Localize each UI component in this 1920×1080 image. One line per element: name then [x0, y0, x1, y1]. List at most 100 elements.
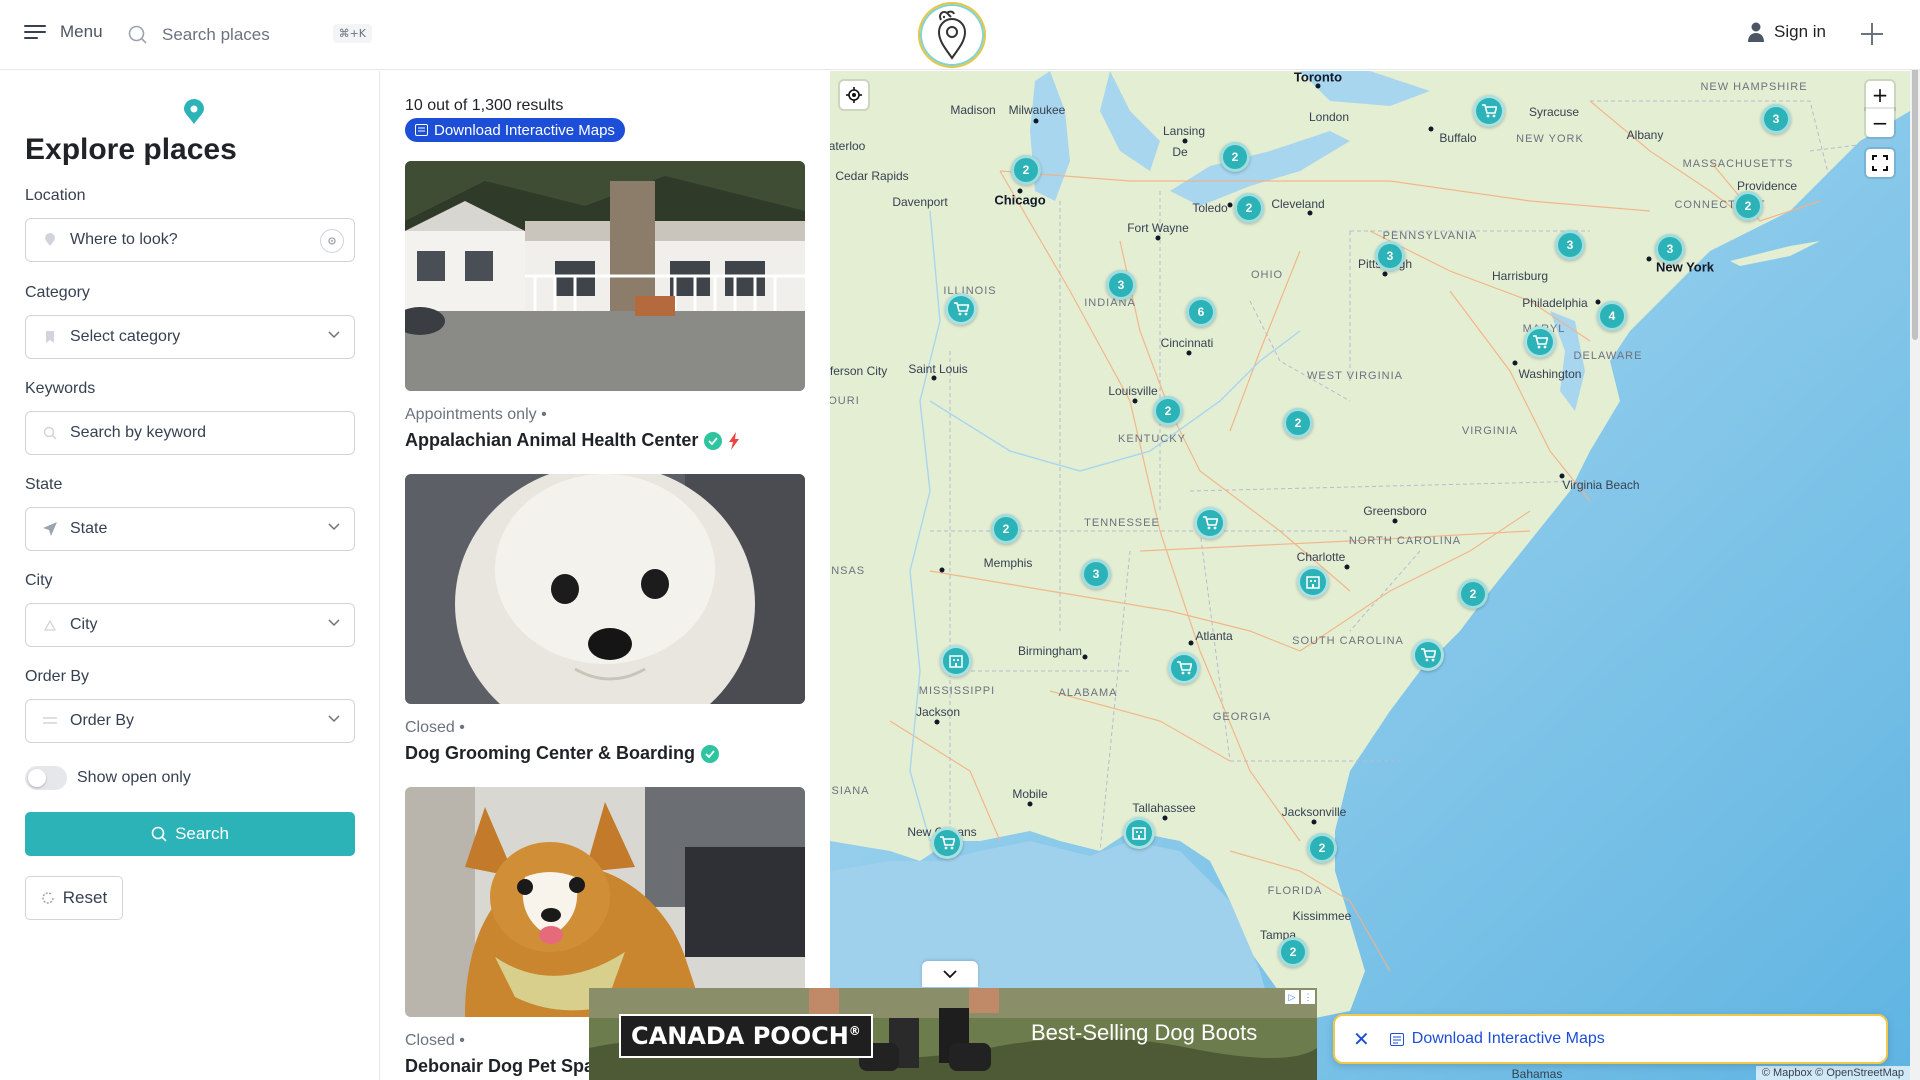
- map-label-cleveland: Cleveland: [1271, 197, 1325, 211]
- map-cluster[interactable]: 3: [1655, 234, 1685, 264]
- map-label-saint-louis: Saint Louis: [908, 362, 968, 376]
- map-cluster[interactable]: 2: [1011, 155, 1041, 185]
- add-place-icon[interactable]: [1858, 20, 1886, 48]
- map-cluster[interactable]: 3: [1106, 270, 1136, 300]
- map-cluster[interactable]: 2: [991, 514, 1021, 544]
- download-maps-button[interactable]: Download Interactive Maps: [405, 118, 625, 142]
- map-label-new-hampshire: NEW HAMPSHIRE: [1700, 81, 1808, 93]
- map-cluster[interactable]: 3: [1081, 559, 1111, 589]
- geolocate-button[interactable]: [840, 81, 868, 109]
- category-value: Select category: [70, 328, 181, 345]
- map-label-tennessee: TENNESSEE: [1084, 517, 1160, 529]
- chevron-down-icon: [328, 331, 340, 339]
- map-cluster[interactable]: 2: [1220, 142, 1250, 172]
- map-label-cedar-rapids: Cedar Rapids: [835, 169, 909, 183]
- result-image[interactable]: [405, 161, 805, 391]
- zoom-out-button[interactable]: −: [1866, 109, 1894, 137]
- result-title-link[interactable]: Dog Grooming Center & Boarding: [405, 743, 719, 764]
- city-dot: [1512, 360, 1518, 366]
- map-label-mississippi: MISSISSIPPI: [918, 685, 996, 697]
- house-photo: [405, 161, 805, 391]
- city-dot: [1392, 518, 1398, 524]
- ad-collapse-button[interactable]: [922, 961, 978, 987]
- map-cluster[interactable]: 2: [1234, 193, 1264, 223]
- city-dot: [1595, 299, 1601, 305]
- cart-icon[interactable]: [1168, 652, 1200, 684]
- map-label-fort-wayne: Fort Wayne: [1127, 221, 1189, 235]
- map-document-icon: [1389, 1032, 1404, 1046]
- page-scrollbar[interactable]: [1910, 0, 1920, 1080]
- site-logo[interactable]: [918, 2, 986, 68]
- cart-icon[interactable]: [931, 827, 963, 859]
- cart-icon[interactable]: [945, 293, 977, 325]
- city-value: City: [70, 616, 98, 633]
- location-label: Location: [25, 187, 86, 204]
- reset-button[interactable]: Reset: [25, 876, 123, 920]
- search-icon: [151, 826, 167, 842]
- city-dot: [1186, 350, 1192, 356]
- map-cluster[interactable]: 2: [1153, 396, 1183, 426]
- city-dot: [1017, 188, 1023, 194]
- map-label-arkansas: ANSAS: [830, 565, 866, 577]
- locate-me-icon[interactable]: [320, 229, 344, 253]
- city-dot: [934, 719, 940, 725]
- map-cluster[interactable]: 4: [1597, 301, 1627, 331]
- map-cluster[interactable]: 3: [1375, 241, 1405, 271]
- result-title-link[interactable]: Debonair Dog Pet Spa: [405, 1056, 594, 1077]
- result-image[interactable]: [405, 474, 805, 704]
- result-status: Closed •: [405, 719, 465, 736]
- map-label-jefferson-city: fferson City: [830, 364, 888, 378]
- location-input[interactable]: Where to look?: [25, 218, 355, 262]
- cart-icon[interactable]: [1524, 326, 1556, 358]
- cart-icon[interactable]: [1473, 95, 1505, 127]
- keyword-input[interactable]: Search by keyword: [25, 411, 355, 455]
- map-cluster[interactable]: 3: [1555, 230, 1585, 260]
- result-title-link[interactable]: Appalachian Animal Health Center: [405, 430, 740, 451]
- map-label-north-carolina: NORTH CAROLINA: [1348, 535, 1462, 547]
- state-select[interactable]: State: [25, 507, 355, 551]
- orderby-value: Order By: [70, 712, 135, 729]
- city-select[interactable]: City: [25, 603, 355, 647]
- global-search-placeholder: Search places: [162, 25, 270, 44]
- zoom-in-button[interactable]: +: [1866, 81, 1894, 109]
- reset-button-label: Reset: [62, 888, 108, 907]
- map-cluster[interactable]: 2: [1307, 833, 1337, 863]
- map-cluster[interactable]: 2: [1733, 191, 1763, 221]
- city-dot: [1382, 271, 1388, 277]
- result-image[interactable]: [405, 787, 805, 1017]
- ad-tagline[interactable]: Best-Selling Dog Boots: [1031, 1020, 1257, 1046]
- search-icon: [128, 25, 147, 44]
- fullscreen-button[interactable]: [1866, 149, 1894, 177]
- search-button[interactable]: Search: [25, 812, 355, 856]
- map-attribution[interactable]: © Mapbox © OpenStreetMap: [1755, 1066, 1910, 1080]
- map-cluster[interactable]: 6: [1186, 297, 1216, 327]
- ad-choices-badge[interactable]: ▷ ⋮: [1285, 990, 1315, 1004]
- global-search[interactable]: Search places ⌘+K: [128, 18, 372, 52]
- cart-icon[interactable]: [1412, 639, 1444, 671]
- map-cluster[interactable]: 2: [1283, 408, 1313, 438]
- orderby-select[interactable]: Order By: [25, 699, 355, 743]
- signin-button[interactable]: Sign in: [1748, 22, 1826, 42]
- search-button-label: Search: [175, 824, 229, 843]
- building-icon[interactable]: [1123, 817, 1155, 849]
- map-label-davenport: Davenport: [892, 195, 948, 209]
- ad-brand-logo[interactable]: CANADA POOCH®: [619, 1014, 873, 1058]
- map-document-icon: [415, 124, 428, 136]
- ad-banner[interactable]: CANADA POOCH® Best-Selling Dog Boots ▷ ⋮: [589, 988, 1317, 1080]
- open-only-label: Show open only: [77, 769, 191, 786]
- menu-button[interactable]: Menu: [24, 22, 103, 42]
- toast-download-link[interactable]: Download Interactive Maps: [1389, 1030, 1605, 1048]
- map-cluster[interactable]: 2: [1278, 937, 1308, 967]
- map-view[interactable]: Toronto Madison Milwaukee Lansing London…: [830, 71, 1910, 1080]
- close-icon[interactable]: ✕: [1353, 1027, 1370, 1051]
- cart-icon[interactable]: [1194, 507, 1226, 539]
- category-select[interactable]: Select category: [25, 315, 355, 359]
- open-only-toggle[interactable]: [25, 766, 67, 790]
- map-cluster[interactable]: 3: [1761, 104, 1791, 134]
- map-cluster[interactable]: 2: [1458, 579, 1488, 609]
- map-basemap: [830, 71, 1910, 1080]
- building-icon[interactable]: [940, 645, 972, 677]
- map-label-cincinnati: Cincinnati: [1160, 336, 1214, 350]
- building-icon[interactable]: [1297, 566, 1329, 598]
- map-label-georgia: GEORGIA: [1212, 711, 1272, 723]
